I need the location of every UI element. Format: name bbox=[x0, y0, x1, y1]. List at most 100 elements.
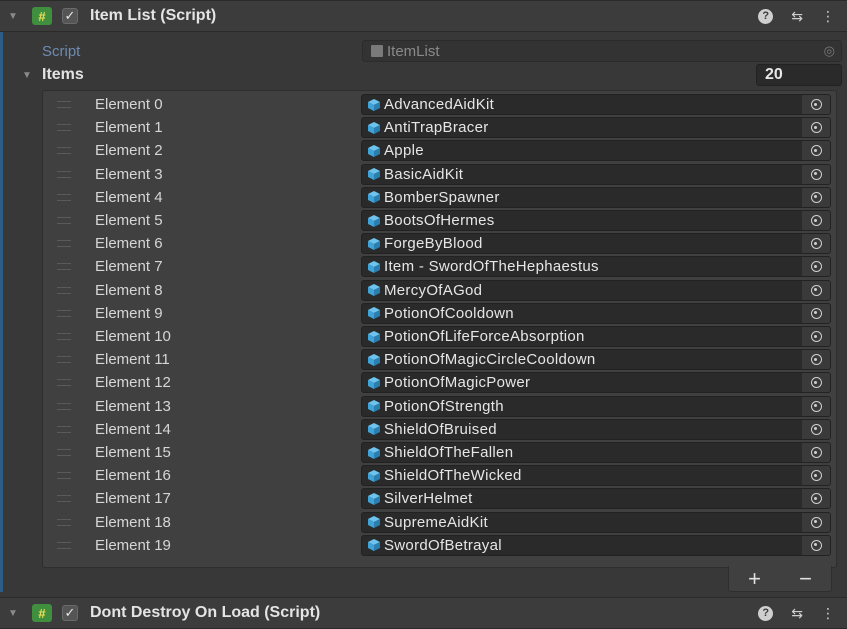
element-label: Element 11 bbox=[95, 351, 170, 369]
component-header-item-list[interactable]: ▼ # ✓ Item List (Script) ? ⇆ ⋮ bbox=[0, 0, 847, 32]
list-element-row[interactable]: Element 11 PotionOfMagicCircleCooldown bbox=[43, 348, 836, 371]
list-element-row[interactable]: Element 15 ShieldOfTheFallen bbox=[43, 441, 836, 464]
object-reference-field[interactable]: PotionOfStrength bbox=[361, 395, 831, 417]
element-label: Element 12 bbox=[95, 374, 171, 392]
object-picker-button[interactable] bbox=[801, 489, 830, 509]
list-element-row[interactable]: Element 0 AdvancedAidKit bbox=[43, 93, 836, 116]
object-reference-field[interactable]: AntiTrapBracer bbox=[361, 117, 831, 139]
enabled-checkbox[interactable]: ✓ bbox=[62, 8, 78, 24]
object-picker-button[interactable] bbox=[801, 512, 830, 532]
object-reference-field[interactable]: Item - SwordOfTheHephaestus bbox=[361, 256, 831, 278]
drag-handle-icon[interactable] bbox=[57, 101, 71, 108]
drag-handle-icon[interactable] bbox=[57, 263, 71, 271]
list-element-row[interactable]: Element 1 AntiTrapBracer bbox=[43, 116, 836, 139]
object-picker-button[interactable] bbox=[801, 419, 830, 439]
drag-handle-icon[interactable] bbox=[57, 425, 71, 433]
object-picker-button[interactable] bbox=[801, 535, 830, 555]
object-picker-button[interactable] bbox=[801, 95, 830, 114]
drag-handle-icon[interactable] bbox=[57, 518, 71, 526]
object-picker-button[interactable] bbox=[801, 373, 830, 393]
items-foldout-row[interactable]: ▼ Items 20 bbox=[0, 62, 847, 88]
object-reference-field[interactable]: AdvancedAidKit bbox=[361, 94, 831, 115]
object-picker-button[interactable] bbox=[801, 280, 830, 300]
list-element-row[interactable]: Element 10 PotionOfLifeForceAbsorption bbox=[43, 325, 836, 348]
list-element-row[interactable]: Element 18 SupremeAidKit bbox=[43, 511, 836, 534]
object-picker-button[interactable] bbox=[801, 466, 830, 486]
object-picker-button[interactable] bbox=[801, 118, 830, 138]
drag-handle-icon[interactable] bbox=[57, 356, 71, 364]
list-element-row[interactable]: Element 4 BomberSpawner bbox=[43, 186, 836, 209]
list-element-row[interactable]: Element 6 ForgeByBlood bbox=[43, 232, 836, 255]
drag-handle-icon[interactable] bbox=[57, 124, 71, 132]
drag-handle-icon[interactable] bbox=[57, 472, 71, 480]
object-reference-field[interactable]: PotionOfMagicPower bbox=[361, 372, 831, 394]
object-picker-button[interactable] bbox=[801, 257, 830, 277]
items-count-input[interactable]: 20 bbox=[756, 64, 842, 86]
drag-handle-icon[interactable] bbox=[57, 333, 71, 340]
object-picker-button[interactable] bbox=[801, 303, 830, 323]
object-reference-field[interactable]: ShieldOfTheWicked bbox=[361, 465, 831, 487]
object-picker-button[interactable] bbox=[801, 187, 830, 207]
object-picker-button[interactable] bbox=[801, 443, 830, 462]
object-reference-field[interactable]: BootsOfHermes bbox=[361, 210, 831, 231]
drag-handle-icon[interactable] bbox=[57, 379, 71, 387]
list-element-row[interactable]: Element 2 Apple bbox=[43, 139, 836, 162]
object-reference-field[interactable]: MercyOfAGod bbox=[361, 279, 831, 301]
add-element-button[interactable]: + bbox=[748, 567, 761, 590]
list-element-row[interactable]: Element 7 Item - SwordOfTheHephaestus bbox=[43, 255, 836, 278]
context-menu-icon[interactable]: ⋮ bbox=[821, 8, 835, 25]
object-picker-button[interactable] bbox=[801, 350, 830, 370]
drag-handle-icon[interactable] bbox=[57, 449, 71, 456]
object-picker-button[interactable] bbox=[801, 396, 830, 416]
presets-icon[interactable]: ⇆ bbox=[791, 605, 803, 622]
drag-handle-icon[interactable] bbox=[57, 286, 71, 294]
object-reference-field[interactable]: PotionOfCooldown bbox=[361, 302, 831, 324]
drag-handle-icon[interactable] bbox=[57, 240, 71, 248]
presets-icon[interactable]: ⇆ bbox=[791, 8, 803, 25]
list-element-row[interactable]: Element 8 MercyOfAGod bbox=[43, 279, 836, 302]
drag-handle-icon[interactable] bbox=[57, 495, 71, 503]
object-reference-field[interactable]: SupremeAidKit bbox=[361, 511, 831, 533]
object-reference-field[interactable]: BomberSpawner bbox=[361, 186, 831, 208]
fold-arrow-icon[interactable]: ▼ bbox=[8, 11, 24, 22]
prefab-cube-icon bbox=[368, 307, 380, 320]
enabled-checkbox[interactable]: ✓ bbox=[62, 605, 78, 621]
object-reference-field[interactable]: BasicAidKit bbox=[361, 163, 831, 185]
fold-arrow-icon[interactable]: ▼ bbox=[8, 608, 24, 619]
object-picker-button[interactable] bbox=[801, 327, 830, 346]
drag-handle-icon[interactable] bbox=[57, 402, 71, 410]
fold-arrow-icon[interactable]: ▼ bbox=[22, 70, 32, 81]
object-picker-button[interactable] bbox=[801, 234, 830, 254]
list-element-row[interactable]: Element 13 PotionOfStrength bbox=[43, 395, 836, 418]
context-menu-icon[interactable]: ⋮ bbox=[821, 605, 835, 622]
object-reference-field[interactable]: Apple bbox=[361, 140, 831, 162]
list-element-row[interactable]: Element 3 BasicAidKit bbox=[43, 163, 836, 186]
help-icon[interactable]: ? bbox=[758, 605, 774, 621]
list-element-row[interactable]: Element 5 BootsOfHermes bbox=[43, 209, 836, 232]
object-picker-button[interactable] bbox=[801, 211, 830, 230]
object-picker-button[interactable] bbox=[801, 141, 830, 161]
object-reference-field[interactable]: PotionOfLifeForceAbsorption bbox=[361, 326, 831, 347]
drag-handle-icon[interactable] bbox=[57, 541, 71, 549]
list-element-row[interactable]: Element 9 PotionOfCooldown bbox=[43, 302, 836, 325]
object-picker-button[interactable] bbox=[801, 164, 830, 184]
list-element-row[interactable]: Element 12 PotionOfMagicPower bbox=[43, 371, 836, 394]
list-element-row[interactable]: Element 17 SilverHelmet bbox=[43, 487, 836, 510]
help-icon[interactable]: ? bbox=[758, 8, 774, 24]
drag-handle-icon[interactable] bbox=[57, 170, 71, 178]
drag-handle-icon[interactable] bbox=[57, 193, 71, 201]
list-element-row[interactable]: Element 19 SwordOfBetrayal bbox=[43, 534, 836, 557]
object-reference-field[interactable]: SilverHelmet bbox=[361, 488, 831, 510]
list-element-row[interactable]: Element 14 ShieldOfBruised bbox=[43, 418, 836, 441]
component-header-dont-destroy-on-load[interactable]: ▼ # ✓ Dont Destroy On Load (Script) ? ⇆ … bbox=[0, 597, 847, 629]
drag-handle-icon[interactable] bbox=[57, 147, 71, 155]
list-element-row[interactable]: Element 16 ShieldOfTheWicked bbox=[43, 464, 836, 487]
object-reference-field[interactable]: SwordOfBetrayal bbox=[361, 534, 831, 556]
object-reference-field[interactable]: PotionOfMagicCircleCooldown bbox=[361, 349, 831, 371]
object-reference-field[interactable]: ShieldOfTheFallen bbox=[361, 442, 831, 463]
remove-element-button[interactable]: − bbox=[799, 567, 812, 590]
object-reference-field[interactable]: ShieldOfBruised bbox=[361, 418, 831, 440]
drag-handle-icon[interactable] bbox=[57, 217, 71, 224]
drag-handle-icon[interactable] bbox=[57, 309, 71, 317]
object-reference-field[interactable]: ForgeByBlood bbox=[361, 233, 831, 255]
